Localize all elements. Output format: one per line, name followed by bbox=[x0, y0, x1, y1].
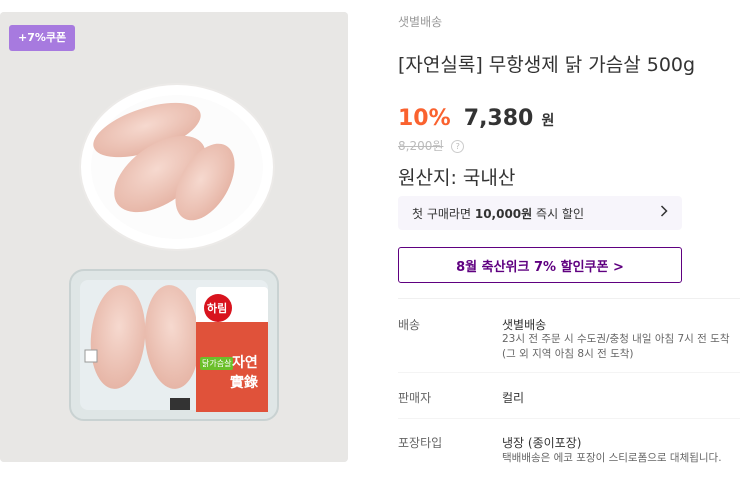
info-value-seller: 컬리 bbox=[502, 391, 525, 405]
info-sub-packaging: 택배배송은 에코 포장이 스티로폼으로 대체됩니다. bbox=[502, 452, 722, 464]
package-name-line2: 實錄 bbox=[230, 375, 258, 391]
info-label-packaging: 포장타입 bbox=[398, 436, 443, 450]
coupon-badge: +7%쿠폰 bbox=[9, 25, 76, 51]
package-brand-logo: 하림 bbox=[207, 302, 228, 315]
chicken-breast-photo bbox=[0, 12, 348, 462]
divider bbox=[398, 298, 740, 299]
info-value-packaging: 냉장 (종이포장) bbox=[502, 436, 582, 450]
row-divider bbox=[398, 418, 740, 419]
package-tag: 닭가슴살 bbox=[200, 357, 234, 370]
info-sub-delivery-1: 23시 전 주문 시 수도권/충청 내일 아침 7시 전 도착 bbox=[502, 333, 730, 345]
info-value-delivery: 샛별배송 bbox=[502, 318, 547, 332]
row-divider bbox=[398, 372, 740, 373]
package-name-line1: 자연 bbox=[232, 355, 258, 371]
product-details-table: 배송 샛별배송 23시 전 주문 시 수도권/충청 내일 아침 7시 전 도착 … bbox=[398, 0, 740, 479]
product-image: 하림 닭가슴살 자연 實錄 +7%쿠폰 bbox=[0, 12, 348, 462]
info-sub-delivery-2: (그 외 지역 아침 8시 전 도착) bbox=[502, 348, 634, 360]
info-label-delivery: 배송 bbox=[398, 318, 421, 332]
info-label-seller: 판매자 bbox=[398, 391, 432, 405]
